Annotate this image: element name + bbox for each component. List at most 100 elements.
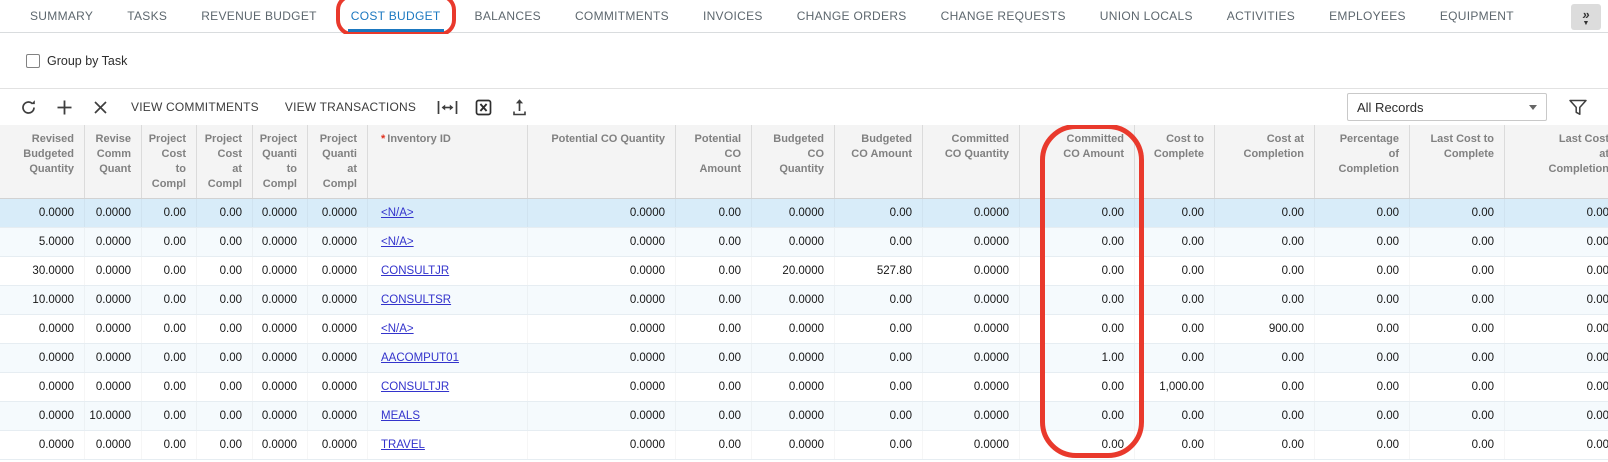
column-header-project-quantity-at-completion[interactable]: ProjectQuantiatCompl (308, 125, 368, 198)
cell-budgeted-co-amount[interactable]: 0.00 (835, 344, 923, 372)
cell-project-cost-at-completion[interactable]: 0.00 (197, 373, 253, 401)
cell-project-cost-to-complete[interactable]: 0.00 (142, 199, 197, 227)
cell-budgeted-co-quantity[interactable]: 0.0000 (752, 344, 835, 372)
tab-revenue-budget[interactable]: REVENUE BUDGET (201, 0, 317, 32)
cell-cost-to-complete[interactable]: 0.00 (1135, 315, 1215, 343)
cell-project-quantity-at-completion[interactable]: 0.0000 (308, 402, 368, 430)
cell-project-quantity-at-completion[interactable]: 0.0000 (308, 199, 368, 227)
cell-last-cost-to-complete[interactable]: 0.00 (1410, 373, 1505, 401)
cell-percentage-of-completion[interactable]: 0.00 (1315, 431, 1410, 459)
grid-row-1[interactable]: 0.00000.00000.000.000.00000.0000<N/A>0.0… (0, 199, 1608, 228)
cell-potential-co-quantity[interactable]: 0.0000 (528, 402, 676, 430)
grid-row-2[interactable]: 5.00000.00000.000.000.00000.0000<N/A>0.0… (0, 228, 1608, 257)
cell-cost-at-completion[interactable]: 0.00 (1215, 431, 1315, 459)
cell-cost-at-completion[interactable]: 0.00 (1215, 402, 1315, 430)
cell-potential-co-quantity[interactable]: 0.0000 (528, 344, 676, 372)
cell-committed-co-amount[interactable]: 0.00 (1020, 373, 1135, 401)
cell-revised-committed-quantity[interactable]: 0.0000 (85, 228, 142, 256)
export-to-excel-button[interactable] (465, 92, 501, 122)
cell-project-quantity-to-complete[interactable]: 0.0000 (253, 344, 308, 372)
cell-cost-to-complete[interactable]: 0.00 (1135, 199, 1215, 227)
cell-cost-at-completion[interactable]: 0.00 (1215, 199, 1315, 227)
tab-employees[interactable]: EMPLOYEES (1329, 0, 1406, 32)
cell-last-cost-to-complete[interactable]: 0.00 (1410, 431, 1505, 459)
cell-project-cost-to-complete[interactable]: 0.00 (142, 286, 197, 314)
cell-potential-co-amount[interactable]: 0.00 (676, 402, 752, 430)
cell-last-cost-to-complete[interactable]: 0.00 (1410, 402, 1505, 430)
cell-committed-co-quantity[interactable]: 0.0000 (923, 402, 1020, 430)
grid-row-5[interactable]: 0.00000.00000.000.000.00000.0000<N/A>0.0… (0, 315, 1608, 344)
cell-committed-co-quantity[interactable]: 0.0000 (923, 199, 1020, 227)
cell-project-cost-at-completion[interactable]: 0.00 (197, 257, 253, 285)
cell-potential-co-quantity[interactable]: 0.0000 (528, 199, 676, 227)
column-header-revised-committed-quantity[interactable]: ReviseCommQuant (85, 125, 142, 198)
grid-row-7[interactable]: 0.00000.00000.000.000.00000.0000CONSULTJ… (0, 373, 1608, 402)
column-header-potential-co-quantity[interactable]: Potential CO Quantity (528, 125, 676, 198)
column-header-project-cost-at-completion[interactable]: ProjectCostatCompl (197, 125, 253, 198)
cell-budgeted-co-amount[interactable]: 0.00 (835, 315, 923, 343)
cell-project-quantity-to-complete[interactable]: 0.0000 (253, 228, 308, 256)
grid-row-3[interactable]: 30.00000.00000.000.000.00000.0000CONSULT… (0, 257, 1608, 286)
tab-activities[interactable]: ACTIVITIES (1227, 0, 1295, 32)
inventory-id-link[interactable]: CONSULTSR (381, 294, 451, 306)
view-commitments-button[interactable]: VIEW COMMITMENTS (131, 100, 259, 114)
cell-budgeted-co-quantity[interactable]: 0.0000 (752, 199, 835, 227)
tab-invoices[interactable]: INVOICES (703, 0, 763, 32)
fit-to-screen-button[interactable] (429, 92, 465, 122)
column-header-project-cost-to-complete[interactable]: ProjectCosttoCompl (142, 125, 197, 198)
cell-project-quantity-at-completion[interactable]: 0.0000 (308, 373, 368, 401)
tab-tasks[interactable]: TASKS (127, 0, 167, 32)
cell-cost-at-completion[interactable]: 0.00 (1215, 373, 1315, 401)
cell-budgeted-co-quantity[interactable]: 0.0000 (752, 431, 835, 459)
column-header-cost-at-completion[interactable]: Cost atCompletion (1215, 125, 1315, 198)
cell-budgeted-co-amount[interactable]: 527.80 (835, 257, 923, 285)
cell-percentage-of-completion[interactable]: 0.00 (1315, 315, 1410, 343)
cell-project-cost-to-complete[interactable]: 0.00 (142, 344, 197, 372)
cell-last-cost-at-completion[interactable]: 0.00 (1505, 373, 1608, 401)
inventory-id-link[interactable]: AACOMPUT01 (381, 352, 459, 364)
refresh-button[interactable] (10, 92, 46, 122)
cell-revised-budgeted-quantity[interactable]: 0.0000 (0, 199, 85, 227)
cell-last-cost-to-complete[interactable]: 0.00 (1410, 315, 1505, 343)
inventory-id-link[interactable]: MEALS (381, 410, 420, 422)
cell-revised-budgeted-quantity[interactable]: 30.0000 (0, 257, 85, 285)
cell-project-cost-to-complete[interactable]: 0.00 (142, 373, 197, 401)
cell-percentage-of-completion[interactable]: 0.00 (1315, 199, 1410, 227)
cell-cost-to-complete[interactable]: 0.00 (1135, 257, 1215, 285)
cell-budgeted-co-quantity[interactable]: 0.0000 (752, 228, 835, 256)
delete-row-button[interactable] (82, 92, 118, 122)
cell-project-quantity-to-complete[interactable]: 0.0000 (253, 373, 308, 401)
cell-potential-co-amount[interactable]: 0.00 (676, 199, 752, 227)
cell-last-cost-to-complete[interactable]: 0.00 (1410, 344, 1505, 372)
tab-balances[interactable]: BALANCES (475, 0, 541, 32)
cell-potential-co-quantity[interactable]: 0.0000 (528, 373, 676, 401)
cell-revised-budgeted-quantity[interactable]: 5.0000 (0, 228, 85, 256)
cell-project-quantity-at-completion[interactable]: 0.0000 (308, 257, 368, 285)
column-header-last-cost-to-complete[interactable]: Last Cost toComplete (1410, 125, 1505, 198)
cell-potential-co-quantity[interactable]: 0.0000 (528, 228, 676, 256)
add-row-button[interactable] (46, 92, 82, 122)
tab-change-requests[interactable]: CHANGE REQUESTS (941, 0, 1066, 32)
column-header-committed-co-amount[interactable]: CommittedCO Amount (1020, 125, 1135, 198)
cell-revised-committed-quantity[interactable]: 0.0000 (85, 315, 142, 343)
column-header-last-cost-at-completion[interactable]: Last CostatCompletion (1505, 125, 1608, 198)
group-by-task[interactable]: Group by Task (26, 54, 127, 68)
cell-last-cost-at-completion[interactable]: 0.00 (1505, 344, 1608, 372)
cell-committed-co-amount[interactable]: 0.00 (1020, 286, 1135, 314)
cell-project-quantity-to-complete[interactable]: 0.0000 (253, 199, 308, 227)
cell-project-quantity-to-complete[interactable]: 0.0000 (253, 286, 308, 314)
view-transactions-button[interactable]: VIEW TRANSACTIONS (285, 100, 416, 114)
cell-cost-to-complete[interactable]: 0.00 (1135, 431, 1215, 459)
cell-project-cost-at-completion[interactable]: 0.00 (197, 402, 253, 430)
inventory-id-link[interactable]: CONSULTJR (381, 381, 449, 393)
cell-committed-co-amount[interactable]: 0.00 (1020, 402, 1135, 430)
cell-last-cost-to-complete[interactable]: 0.00 (1410, 199, 1505, 227)
cell-project-quantity-to-complete[interactable]: 0.0000 (253, 257, 308, 285)
cell-budgeted-co-amount[interactable]: 0.00 (835, 228, 923, 256)
cell-committed-co-quantity[interactable]: 0.0000 (923, 431, 1020, 459)
grid-row-6[interactable]: 0.00000.00000.000.000.00000.0000AACOMPUT… (0, 344, 1608, 373)
column-header-inventory-id[interactable]: *Inventory ID (368, 125, 528, 198)
column-header-budgeted-co-quantity[interactable]: BudgetedCOQuantity (752, 125, 835, 198)
cell-budgeted-co-quantity[interactable]: 0.0000 (752, 373, 835, 401)
cell-revised-committed-quantity[interactable]: 0.0000 (85, 286, 142, 314)
